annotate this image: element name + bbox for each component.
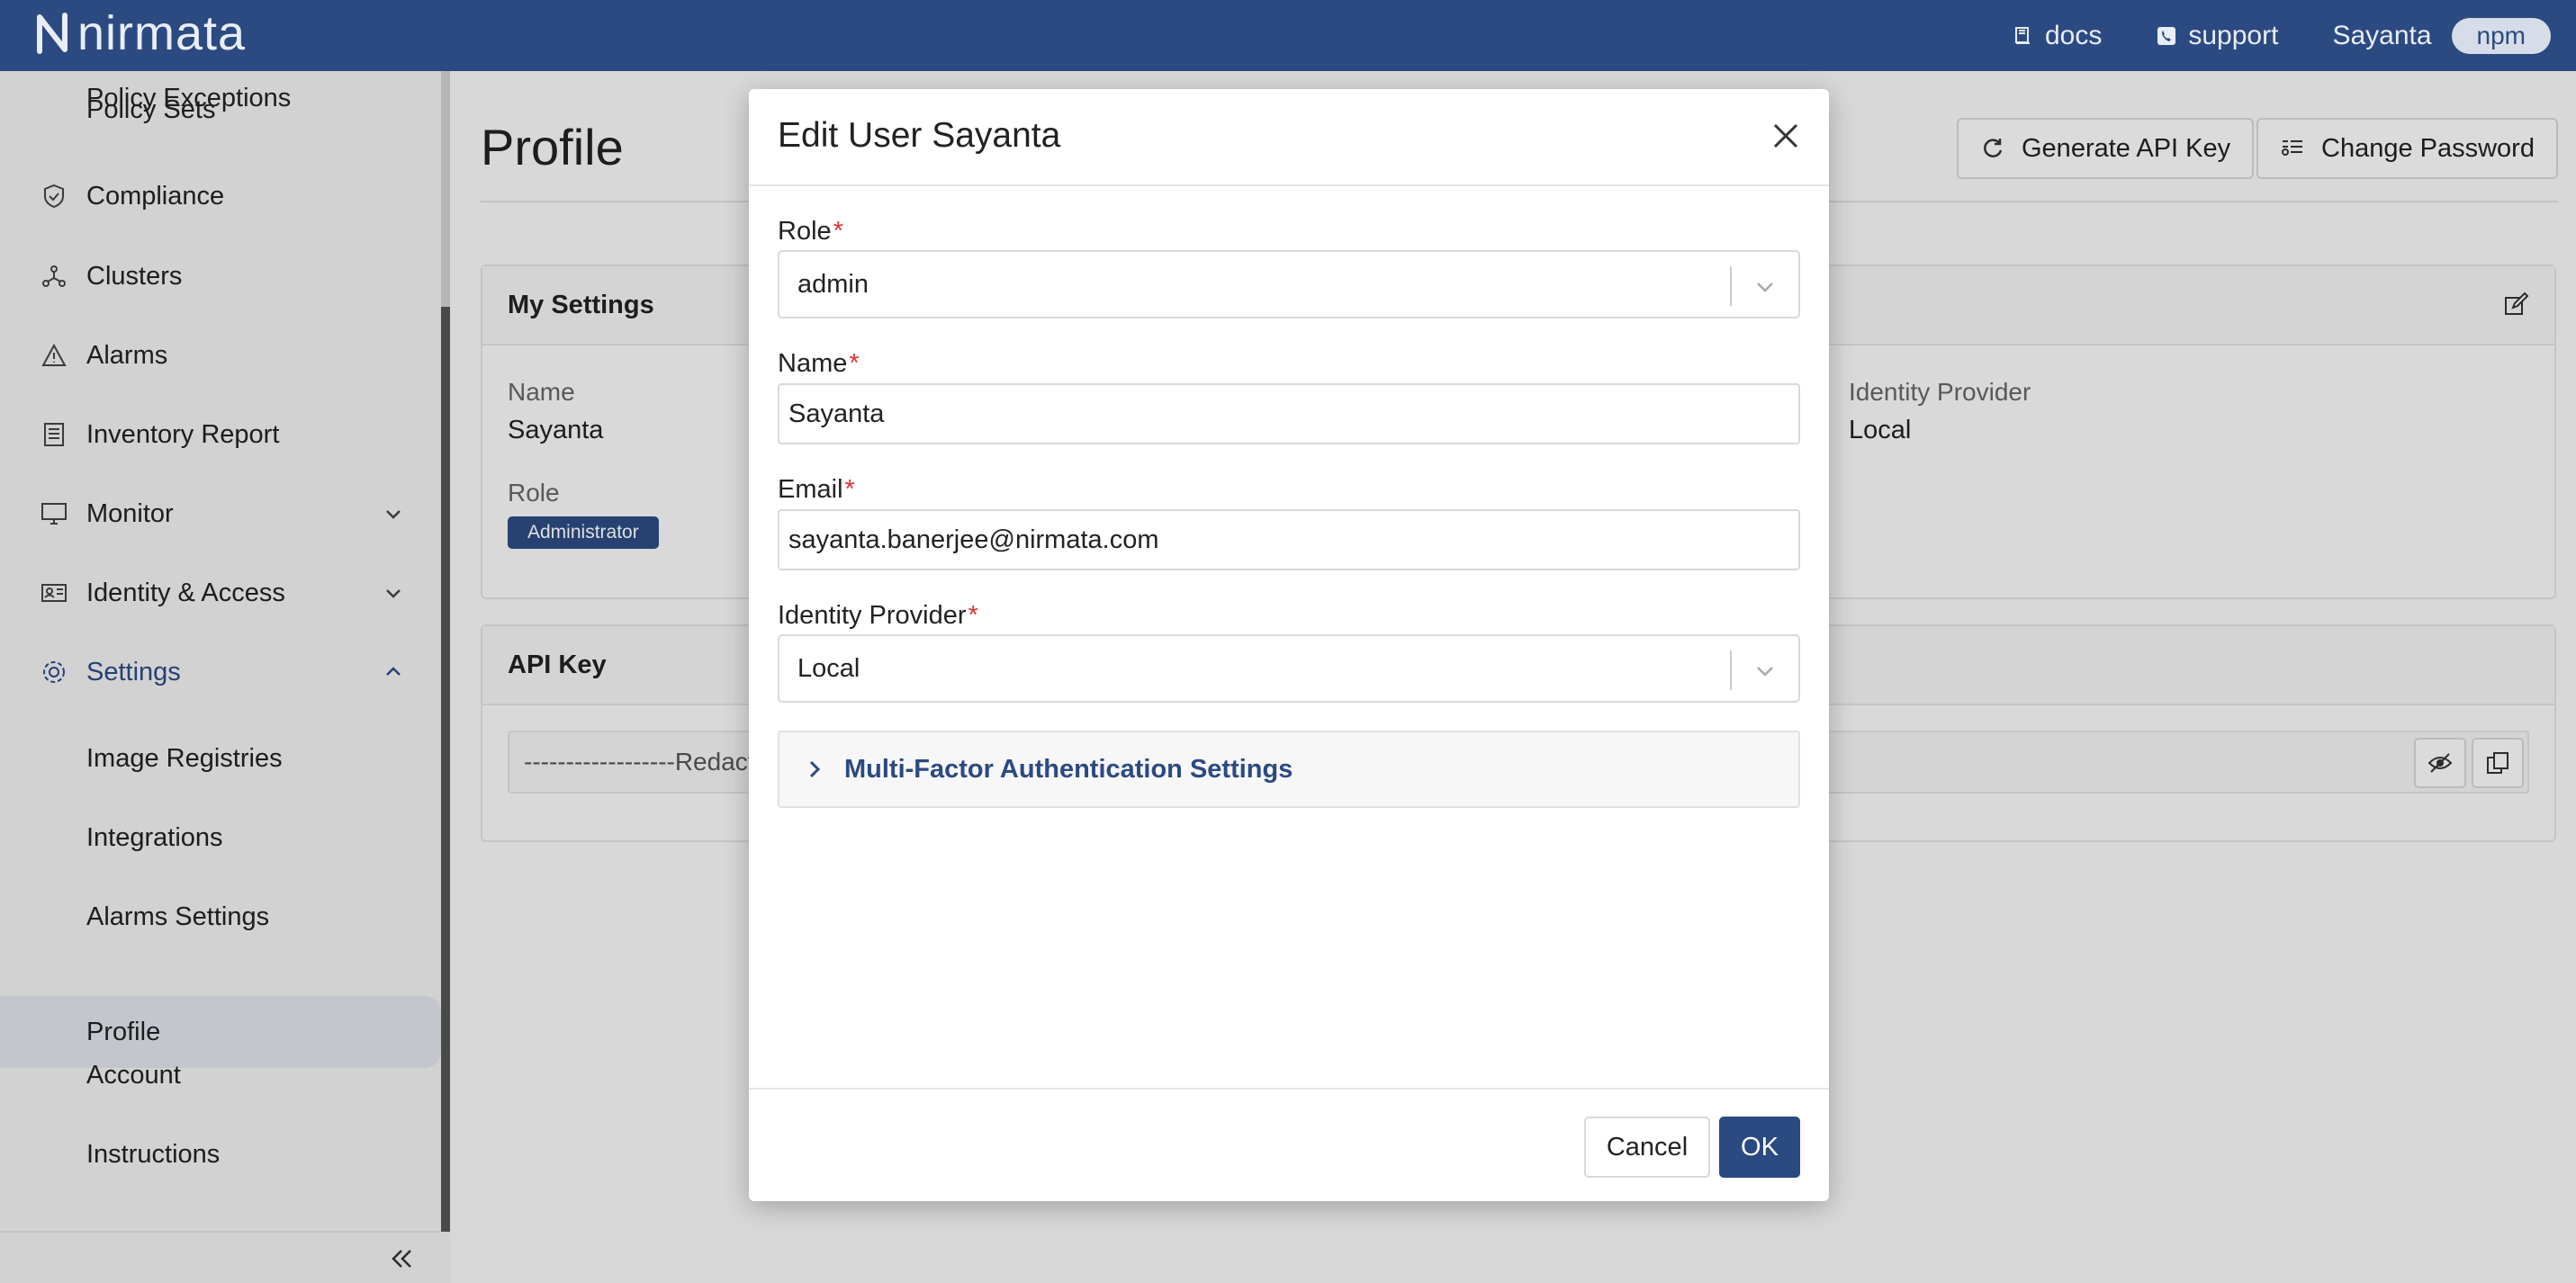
docs-label: docs xyxy=(2044,20,2103,50)
required-marker: * xyxy=(849,349,860,378)
idp-label-text: Identity Provider xyxy=(778,601,967,630)
required-marker: * xyxy=(833,217,843,246)
chevron-down-icon[interactable] xyxy=(1752,658,1779,685)
identity-provider-field-label: Identity Provider* xyxy=(778,601,978,631)
support-link[interactable]: support xyxy=(2156,21,2278,51)
name-field-label: Name* xyxy=(778,349,860,379)
dialog-footer: Cancel OK xyxy=(749,1088,1829,1201)
email-field-label: Email* xyxy=(778,475,855,505)
email-label-text: Email xyxy=(778,475,843,504)
book-icon xyxy=(2014,26,2030,44)
support-label: support xyxy=(2188,20,2279,50)
email-input[interactable] xyxy=(778,509,1800,570)
nirmata-logo-icon xyxy=(37,13,68,54)
npm-badge[interactable]: npm xyxy=(2451,17,2551,54)
select-separator xyxy=(1730,650,1732,690)
close-icon[interactable] xyxy=(1770,120,1802,152)
identity-provider-select[interactable]: Local xyxy=(778,634,1800,703)
dialog-header: Edit User Sayanta xyxy=(749,89,1829,186)
required-marker: * xyxy=(968,601,978,630)
select-separator xyxy=(1730,266,1732,306)
ok-button[interactable]: OK xyxy=(1719,1117,1800,1178)
role-select[interactable]: admin xyxy=(778,250,1800,319)
dialog-title: Edit User Sayanta xyxy=(778,116,1061,155)
edit-user-dialog: Edit User Sayanta Role* admin Name* Emai… xyxy=(749,89,1829,1201)
phone-icon xyxy=(2157,26,2176,45)
role-label-text: Role xyxy=(778,217,832,246)
mfa-settings-toggle[interactable]: Multi-Factor Authentication Settings xyxy=(778,731,1800,808)
top-navbar: nirmata docs support Sayanta npm xyxy=(0,0,2576,71)
role-field-label: Role* xyxy=(778,217,843,247)
logo-text: nirmata xyxy=(77,6,247,60)
identity-provider-select-value: Local xyxy=(797,654,860,683)
chevron-down-icon[interactable] xyxy=(1752,274,1779,301)
docs-link[interactable]: docs xyxy=(2013,21,2102,51)
name-input[interactable] xyxy=(778,383,1800,444)
required-marker: * xyxy=(844,475,855,504)
chevron-right-icon xyxy=(809,760,821,778)
mfa-settings-label: Multi-Factor Authentication Settings xyxy=(844,754,1293,784)
name-label-text: Name xyxy=(778,349,848,378)
nirmata-logo[interactable]: nirmata xyxy=(32,5,246,61)
cancel-button[interactable]: Cancel xyxy=(1584,1117,1710,1178)
role-select-value: admin xyxy=(797,270,869,299)
user-menu[interactable]: Sayanta xyxy=(2332,21,2431,51)
